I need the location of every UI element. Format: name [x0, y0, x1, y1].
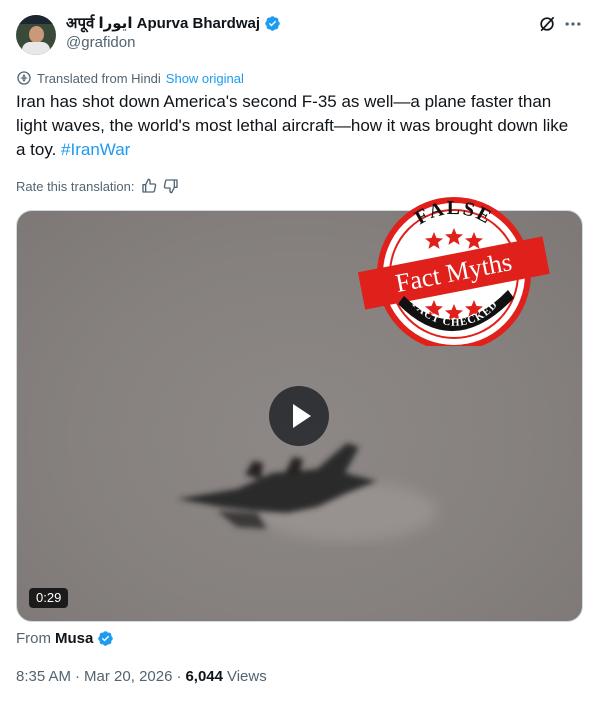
grok-icon[interactable] — [537, 14, 557, 34]
video-duration: 0:29 — [29, 588, 69, 608]
hashtag-link[interactable]: #IranWar — [61, 140, 130, 159]
verified-badge-icon — [265, 15, 280, 31]
meta-separator: · — [176, 667, 182, 685]
views-count: 6,044 — [185, 667, 223, 685]
from-label: From — [16, 629, 51, 647]
avatar-shirt — [22, 42, 50, 55]
avatar-face — [29, 26, 44, 43]
more-icon[interactable] — [563, 14, 583, 34]
play-button[interactable] — [269, 386, 329, 446]
avatar[interactable] — [16, 15, 56, 55]
thumbs-up-icon[interactable] — [141, 178, 157, 194]
tweet-time[interactable]: 8:35 AM — [16, 668, 71, 685]
source-name[interactable]: Musa — [55, 630, 93, 647]
rate-label: Rate this translation: — [16, 178, 135, 194]
translation-row: Translated from Hindi Show original — [16, 70, 244, 86]
false-fact-check-stamp: FALSE Fact Myths FACT CHECKED — [358, 197, 550, 346]
author-handle[interactable]: @grafidon — [66, 34, 135, 51]
author-name[interactable]: अपूर्व ایورا Apurva Bhardwaj — [66, 13, 260, 33]
author-name-row: अपूर्व ایورا Apurva Bhardwaj — [66, 13, 281, 33]
thumbs-down-icon[interactable] — [163, 178, 179, 194]
tweet-meta: 8:35 AM · Mar 20, 2026 · 6,044 Views — [16, 666, 267, 686]
translation-label: Translated from Hindi — [37, 70, 161, 86]
verified-badge-icon — [98, 630, 114, 646]
views-label: Views — [226, 667, 267, 685]
translate-icon — [17, 71, 31, 85]
video-source-row: From Musa — [16, 628, 114, 648]
play-icon — [293, 404, 311, 428]
meta-separator: · — [75, 667, 81, 685]
tweet-text: Iran has shot down America's second F-35… — [16, 90, 576, 162]
tweet-date[interactable]: Mar 20, 2026 — [84, 668, 172, 685]
rate-translation-row: Rate this translation: — [16, 177, 179, 195]
show-original-link[interactable]: Show original — [166, 71, 244, 86]
avatar-banner — [16, 15, 56, 24]
